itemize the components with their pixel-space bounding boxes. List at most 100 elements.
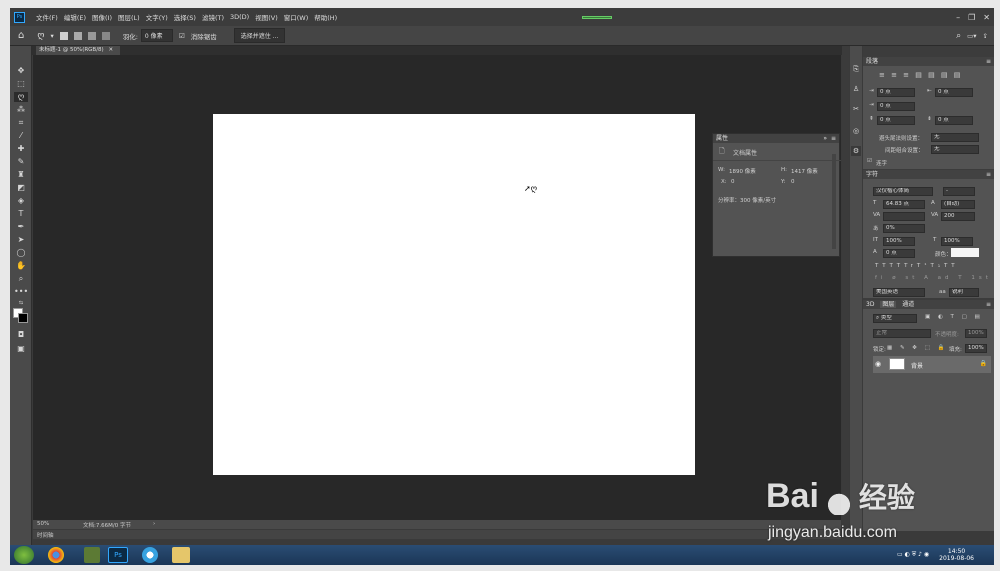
paragraph-menu-icon[interactable]: ≡ <box>986 57 991 66</box>
lasso-tool-icon[interactable]: ღ <box>14 92 28 102</box>
indent-right-input[interactable]: 0 点 <box>935 88 973 97</box>
document-tab[interactable]: 未标题-1 @ 50%(RGB/8) ✕ <box>36 46 120 55</box>
share-icon[interactable]: ⇪ <box>983 32 988 40</box>
fill-input[interactable]: 100% <box>965 344 987 353</box>
menu-type[interactable]: 文字(Y) <box>143 12 171 22</box>
zoom-level[interactable]: 50% <box>37 521 49 527</box>
magic-wand-icon[interactable]: ⁂ <box>14 105 28 115</box>
close-tab-icon[interactable]: ✕ <box>108 47 113 53</box>
hand-tool-icon[interactable]: ✋ <box>14 261 28 271</box>
font-size-input[interactable]: 64.83 点 <box>883 200 925 209</box>
document-info[interactable]: 文档:7.66M/0 字节 <box>83 521 131 529</box>
minimize-button[interactable]: – <box>952 13 964 22</box>
more-tools-icon[interactable]: ••• <box>14 287 28 297</box>
layer-name[interactable]: 背景 <box>911 361 923 370</box>
font-family-select[interactable]: 汉仪楷心体简 <box>873 187 933 196</box>
select-and-mask-button[interactable]: 选择并遮住 ... <box>233 28 286 43</box>
hscale-input[interactable]: 100% <box>941 237 973 246</box>
superscript-button[interactable]: T¹ <box>917 263 931 269</box>
leading-input[interactable]: (自动) <box>941 200 975 209</box>
vscale-input[interactable]: 100% <box>883 237 915 246</box>
space-before-input[interactable]: 0 点 <box>877 116 915 125</box>
screen-mode-icon[interactable]: ▣ <box>14 344 28 354</box>
marquee-tool-icon[interactable]: ⬚ <box>14 79 28 89</box>
menu-window[interactable]: 窗口(W) <box>281 12 312 22</box>
new-selection-icon[interactable] <box>59 31 68 40</box>
crop-tool-icon[interactable]: ⌗ <box>14 118 28 128</box>
baseline-input[interactable]: 0 点 <box>883 249 915 258</box>
workspace-icon[interactable]: ▭▾ <box>967 32 976 40</box>
menu-file[interactable]: 文件(F) <box>33 12 61 22</box>
intersect-selection-icon[interactable] <box>101 31 110 40</box>
timeline-label[interactable]: 时间轴 <box>37 531 54 539</box>
zoom-tool-icon[interactable]: ⌕ <box>14 274 28 284</box>
color-swatch[interactable] <box>951 248 979 257</box>
background-color-swatch[interactable] <box>18 313 28 323</box>
tab-layers[interactable]: 图层 <box>880 301 897 308</box>
tab-3d[interactable]: 3D <box>866 301 874 308</box>
healing-brush-icon[interactable]: ✚ <box>14 144 28 154</box>
mojikumi-select[interactable]: 无 <box>931 145 979 154</box>
layer-filter-icons[interactable]: ▣ ◐ T ▢ ▤ <box>925 314 983 320</box>
canvas-area[interactable]: ➚ღ <box>33 55 841 528</box>
language-select[interactable]: 美国英语 <box>873 288 925 297</box>
type-style-buttons[interactable]: TTTTTrT¹T₁TT <box>875 263 959 269</box>
layer-filter-select[interactable]: ⌕ 类型 <box>873 314 917 323</box>
path-selection-icon[interactable]: ➤ <box>14 235 28 245</box>
small-caps-button[interactable]: Tr <box>904 263 917 269</box>
opacity-input[interactable]: 100% <box>965 329 987 338</box>
menu-3d[interactable]: 3D(D) <box>227 13 252 21</box>
menu-image[interactable]: 图像(I) <box>89 12 115 22</box>
hyphenate-checkbox[interactable]: ☑ <box>867 158 872 164</box>
menu-select[interactable]: 选择(S) <box>171 12 199 22</box>
layers-menu-icon[interactable]: ≡ <box>986 300 991 309</box>
menu-layer[interactable]: 图层(L) <box>115 12 143 22</box>
kerning-input[interactable] <box>883 212 925 221</box>
move-tool-icon[interactable]: ✥ <box>14 66 28 76</box>
chrome-icon[interactable] <box>48 547 64 563</box>
search-icon[interactable]: ⌕ <box>956 31 961 41</box>
home-icon[interactable]: ⌂ <box>18 30 24 41</box>
pen-tool-icon[interactable]: ✒ <box>14 222 28 232</box>
eraser-icon[interactable]: ◩ <box>14 183 28 193</box>
ie-icon[interactable] <box>142 547 158 563</box>
properties-scrollbar[interactable] <box>832 154 836 249</box>
document-canvas[interactable]: ➚ღ <box>213 114 695 475</box>
adjustments-icon[interactable]: ♙ <box>851 84 861 94</box>
type-tool-icon[interactable]: T <box>14 209 28 219</box>
status-arrow-icon[interactable]: › <box>153 521 155 527</box>
gradient-tool-icon[interactable]: ◈ <box>14 196 28 206</box>
all-caps-button[interactable]: TT <box>890 263 905 269</box>
align-buttons[interactable]: ≡ ≡ ≡ ▤ ▤ ▤ ▤ <box>879 71 962 79</box>
blend-mode-select[interactable]: 正常 <box>873 329 931 338</box>
subtract-selection-icon[interactable] <box>87 31 96 40</box>
tab-channels[interactable]: 通道 <box>902 301 914 308</box>
feather-input[interactable]: 0 像素 <box>140 29 173 42</box>
layer-row[interactable]: ◉ 背景 🔒 <box>873 356 991 373</box>
swap-colors-icon[interactable]: ⇆ <box>14 298 28 308</box>
indent-first-input[interactable]: 0 点 <box>877 102 915 111</box>
antialias-select[interactable]: 锐利 <box>949 288 979 297</box>
photoshop-taskbar-icon[interactable]: Ps <box>108 547 128 563</box>
menu-edit[interactable]: 编辑(E) <box>61 12 89 22</box>
add-selection-icon[interactable] <box>73 31 82 40</box>
explorer-icon[interactable] <box>172 547 190 563</box>
close-button[interactable]: ✕ <box>979 13 994 22</box>
tsume-input[interactable]: 0% <box>883 224 925 233</box>
properties-icon[interactable]: ⚙ <box>851 146 861 156</box>
opentype-buttons[interactable]: fi ø st A ad T 1st ½ <box>875 275 994 281</box>
menu-help[interactable]: 帮助(H) <box>311 12 340 22</box>
panel-menu-icon[interactable]: ≡ <box>831 134 836 143</box>
menu-filter[interactable]: 滤镜(T) <box>199 12 227 22</box>
history-icon[interactable]: ⎘ <box>851 64 861 74</box>
antialias-checkbox[interactable]: ☑ <box>179 32 185 40</box>
visibility-eye-icon[interactable]: ◉ <box>875 360 881 368</box>
kinsoku-select[interactable]: 无 <box>931 133 979 142</box>
subscript-button[interactable]: T₁ <box>930 263 944 269</box>
restore-button[interactable]: ❐ <box>964 13 979 22</box>
brush-tool-icon[interactable]: ✎ <box>14 157 28 167</box>
lasso-tool-preset-icon[interactable]: ღ <box>37 31 44 41</box>
channels-icon[interactable]: ◎ <box>851 126 861 136</box>
menu-view[interactable]: 视图(V) <box>252 12 281 22</box>
lock-icons[interactable]: ▦ ✎ ✥ ⬚ 🔒 <box>887 345 947 351</box>
